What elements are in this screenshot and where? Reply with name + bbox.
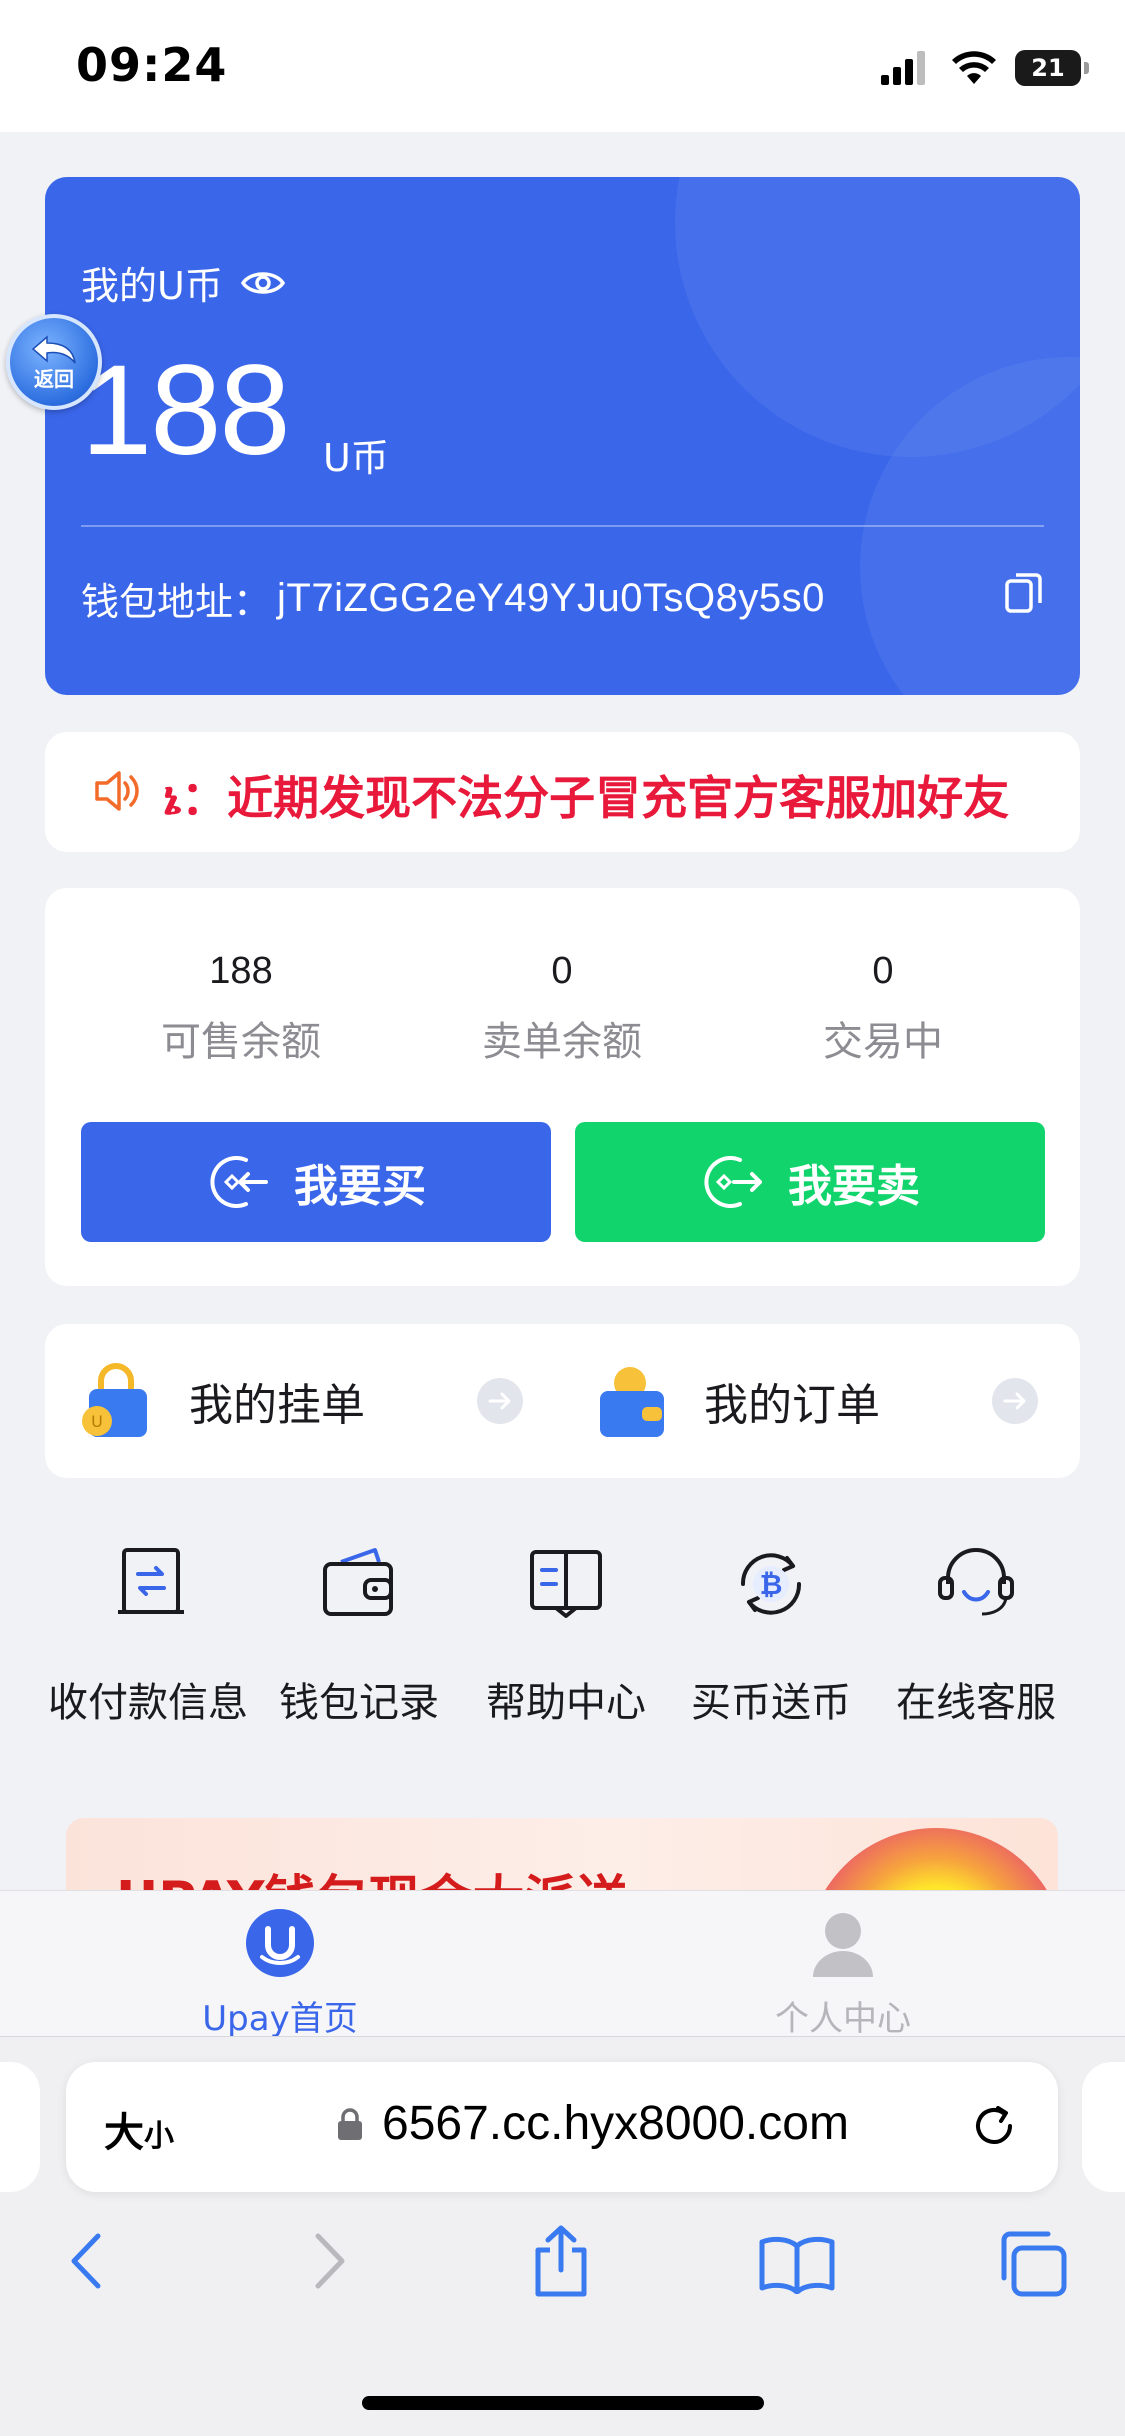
stat-sell-orders: 0 卖单余额	[412, 950, 712, 1067]
wallet-title: 我的U币	[81, 255, 285, 310]
wallet-title-text: 我的U币	[81, 264, 223, 308]
banner-sun-graphic	[806, 1828, 1058, 1898]
copy-icon[interactable]	[1004, 571, 1044, 615]
text-size-button[interactable]: 大小	[104, 2100, 174, 2158]
balance-stats-panel: 188 可售余额 0 卖单余额 0 交易中 我要买 我要卖	[45, 888, 1080, 1286]
buy-arrow-icon	[210, 1156, 268, 1208]
tab-profile[interactable]: 个人中心	[693, 1907, 993, 2040]
share-icon[interactable]	[528, 2224, 594, 2300]
address-bar[interactable]: 大小 6567.cc.hyx8000.com	[66, 2062, 1058, 2192]
stat-available: 188 可售余额	[91, 950, 391, 1067]
bitcoin-icon: ₿	[740, 1553, 802, 1615]
tab-home-label: Upay首页	[202, 1999, 358, 2039]
grid-label: 收付款信息	[48, 1680, 248, 1726]
next-tab-peek[interactable]	[1082, 2062, 1125, 2192]
tab-profile-label: 个人中心	[775, 1999, 911, 2039]
grid-label: 买币送币	[691, 1680, 851, 1726]
grid-help-center[interactable]: 帮助中心	[463, 1540, 669, 1728]
my-listings-label: 我的挂单	[189, 1380, 365, 1431]
sell-button[interactable]: 我要卖	[575, 1122, 1045, 1242]
card-divider	[81, 525, 1044, 527]
battery-icon: 21	[1015, 50, 1089, 86]
grid-wallet-records[interactable]: 钱包记录	[256, 1540, 462, 1728]
address-label: 钱包地址：	[81, 580, 272, 624]
notice-text: ኔ：近期发现不法分子冒充官方客服加好友	[163, 771, 1010, 825]
address-value: jT7iZGG2eY49YJu0TsQ8y5s0	[277, 576, 825, 620]
eye-icon[interactable]	[240, 268, 285, 298]
support-headset-icon	[938, 1548, 1014, 1616]
stat-value: 0	[872, 950, 894, 992]
promo-banner[interactable]: UPAY钱包现金大派送	[66, 1818, 1058, 1898]
reload-icon[interactable]	[966, 2098, 1022, 2154]
stat-label: 可售余额	[161, 1019, 321, 1065]
stat-label: 交易中	[823, 1019, 943, 1065]
signal-icon	[881, 51, 925, 85]
speaker-icon	[95, 771, 139, 811]
wifi-icon	[952, 51, 996, 84]
orders-panel: U 我的挂单 我的订单	[45, 1324, 1080, 1478]
stat-trading: 0 交易中	[733, 950, 1033, 1067]
upay-home-icon	[246, 1909, 314, 1977]
user-profile-icon	[813, 1913, 873, 1977]
stat-value: 0	[551, 950, 573, 992]
payment-info-icon	[118, 1548, 184, 1614]
status-time: 09:24	[76, 38, 228, 92]
chevron-right-icon	[477, 1378, 523, 1424]
grid-online-support[interactable]: 在线客服	[873, 1540, 1079, 1728]
notice-bar[interactable]: ኔ：近期发现不法分子冒充官方客服加好友	[45, 732, 1080, 852]
url-text: 6567.cc.hyx8000.com	[382, 2097, 849, 2150]
grid-buy-bonus[interactable]: ₿ 买币送币	[668, 1540, 874, 1728]
tab-home[interactable]: Upay首页	[130, 1907, 430, 2040]
stat-value: 188	[209, 950, 273, 992]
chevron-right-icon	[992, 1378, 1038, 1424]
orders-wallet-icon	[600, 1367, 664, 1437]
bookmarks-icon[interactable]	[758, 2234, 836, 2294]
help-book-icon	[530, 1550, 602, 1618]
svg-text:U: U	[91, 1412, 103, 1431]
url-display[interactable]: 6567.cc.hyx8000.com	[336, 2096, 849, 2151]
wallet-address-row: 钱包地址： jT7iZGG2eY49YJu0TsQ8y5s0	[81, 571, 1044, 626]
buy-label: 我要买	[294, 1161, 426, 1212]
back-button-label: 返回	[34, 366, 74, 391]
status-bar: 09:24 21	[0, 0, 1125, 132]
grid-label: 在线客服	[896, 1680, 1056, 1726]
grid-payment-info[interactable]: 收付款信息	[48, 1540, 254, 1728]
forward-nav-icon[interactable]	[308, 2230, 352, 2292]
my-orders-link[interactable]: 我的订单	[562, 1324, 1079, 1478]
back-button[interactable]: 返回	[6, 314, 102, 410]
sell-arrow-icon	[704, 1156, 762, 1208]
tabs-icon[interactable]	[996, 2228, 1070, 2298]
grid-label: 钱包记录	[279, 1680, 439, 1726]
sell-label: 我要卖	[788, 1161, 920, 1212]
back-nav-icon[interactable]	[64, 2230, 108, 2292]
svg-text:₿: ₿	[760, 1568, 783, 1601]
lock-icon	[338, 2107, 362, 2140]
wallet-card: 我的U币 188 U币 钱包地址： jT7iZGG2eY49YJu0TsQ8y5…	[45, 177, 1080, 695]
stat-label: 卖单余额	[482, 1019, 642, 1065]
buy-button[interactable]: 我要买	[81, 1122, 551, 1242]
status-icons: 21	[881, 48, 1089, 88]
my-listings-link[interactable]: U 我的挂单	[45, 1324, 562, 1478]
grid-label: 帮助中心	[486, 1680, 646, 1726]
balance-amount: 188	[81, 339, 291, 482]
wallet-icon	[323, 1548, 393, 1616]
balance-unit: U币	[323, 436, 389, 480]
listing-bag-icon: U	[82, 1363, 147, 1437]
prev-tab-peek[interactable]	[0, 2062, 40, 2192]
back-arrow-icon	[31, 334, 76, 363]
home-indicator	[362, 2396, 764, 2410]
my-orders-label: 我的订单	[704, 1380, 880, 1431]
bottom-tab-bar: Upay首页 个人中心	[0, 1890, 1125, 2039]
